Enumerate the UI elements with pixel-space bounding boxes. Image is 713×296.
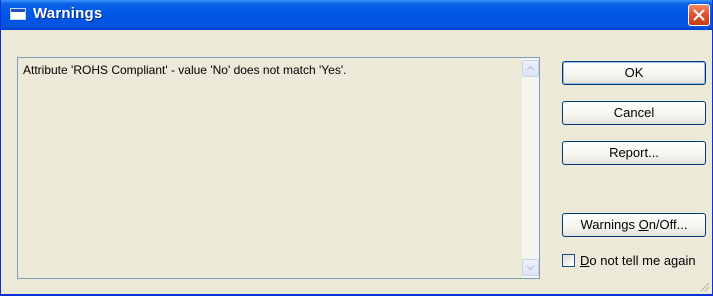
warnings-message-area[interactable]: Attribute 'ROHS Compliant' - value 'No' … (17, 57, 540, 279)
ok-button[interactable]: OK (562, 61, 706, 85)
close-button[interactable] (688, 4, 710, 26)
warnings-button-mnemonic: O (638, 217, 649, 232)
do-not-tell-again-label[interactable]: Do not tell me again (580, 253, 696, 268)
close-icon (693, 9, 705, 21)
scroll-up-icon (526, 65, 535, 71)
report-button[interactable]: Report... (562, 141, 706, 165)
cancel-button[interactable]: Cancel (562, 101, 706, 125)
checkbox-label-text: o not tell me again (589, 253, 696, 268)
window-icon (10, 8, 26, 20)
warnings-dialog: Warnings Attribute 'ROHS Compliant' - va… (0, 0, 713, 296)
warnings-button-label-start: Warnings (580, 217, 639, 232)
warnings-on-off-button[interactable]: Warnings On/Off... (562, 213, 706, 237)
scroll-down-icon (526, 265, 535, 271)
scroll-down-button[interactable] (522, 259, 539, 276)
checkbox-label-mnemonic: D (580, 253, 590, 268)
resize-grip-icon[interactable] (698, 280, 710, 292)
window-title: Warnings (33, 5, 103, 22)
warnings-button-label-end: n/Off... (648, 217, 688, 232)
warning-message: Attribute 'ROHS Compliant' - value 'No' … (23, 63, 347, 77)
do-not-tell-again-checkbox[interactable] (562, 254, 575, 267)
scroll-up-button[interactable] (522, 60, 539, 77)
vertical-scrollbar[interactable] (522, 58, 539, 278)
title-bar[interactable]: Warnings (1, 0, 712, 30)
